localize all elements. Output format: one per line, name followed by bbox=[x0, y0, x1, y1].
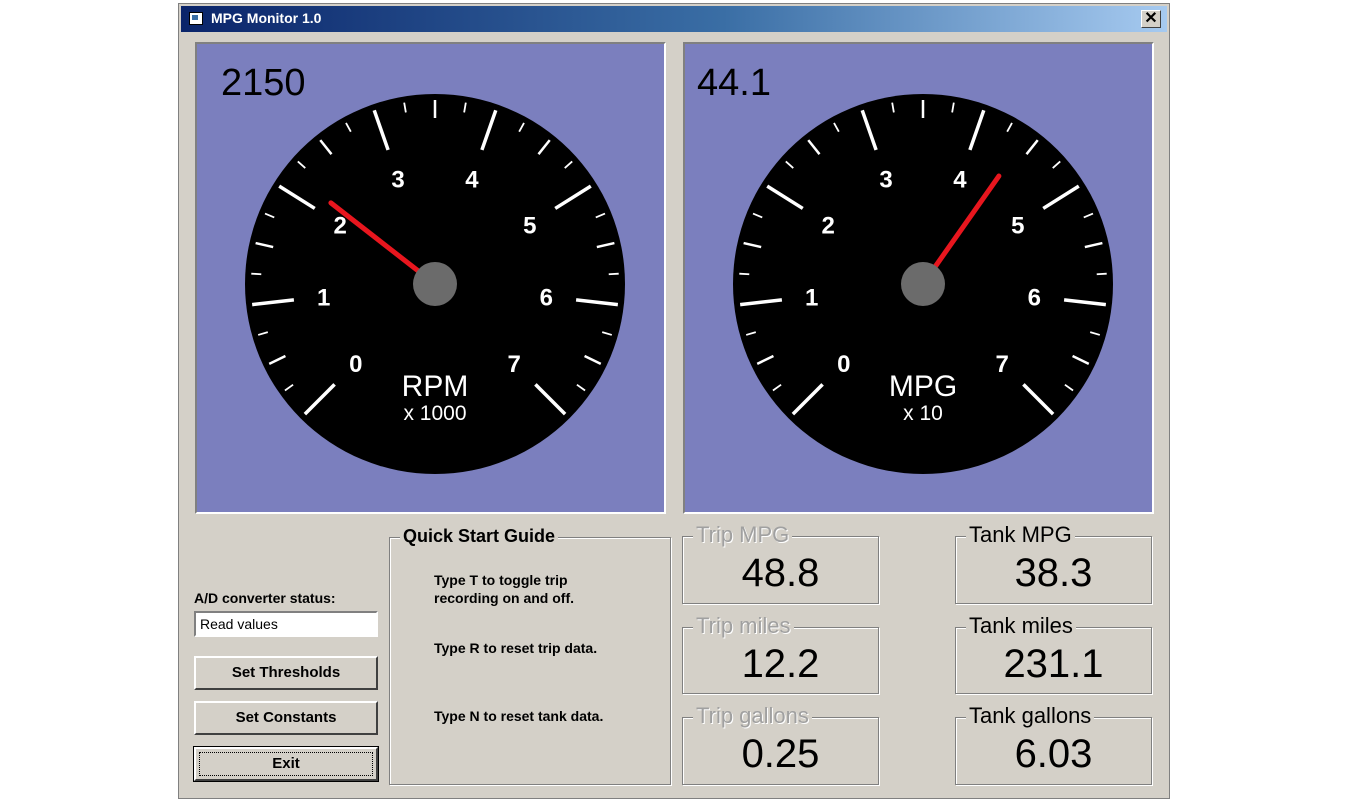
mpg-tick-label: 6 bbox=[1028, 285, 1041, 312]
set-constants-button[interactable]: Set Constants bbox=[194, 701, 378, 735]
trip-mpg-label: Trip MPG bbox=[693, 522, 793, 548]
ad-status-field[interactable]: Read values bbox=[194, 611, 378, 637]
guide-line-reset-trip: Type R to reset trip data. bbox=[434, 640, 598, 656]
mpg-scale-label: x 10 bbox=[903, 402, 943, 425]
tank-gallons-value: 6.03 bbox=[1014, 732, 1093, 776]
tank-miles-box: Tank miles 231.1 bbox=[955, 613, 1152, 694]
mpg-tick-label: 5 bbox=[1011, 212, 1024, 239]
mpg-tick-label: 3 bbox=[879, 166, 892, 193]
tank-mpg-box: Tank MPG 38.3 bbox=[955, 522, 1152, 604]
mpg-gauge: 0 1 2 3 4 5 6 7 MPGx 10 bbox=[733, 94, 1113, 474]
tank-mpg-label: Tank MPG bbox=[966, 522, 1075, 548]
guide-line-reset-tank: Type N to reset tank data. bbox=[434, 708, 604, 724]
app-icon bbox=[189, 12, 203, 25]
mpg-tick-label: 4 bbox=[953, 166, 967, 193]
rpm-gauge: 0123 4567RPMx 1000 bbox=[245, 94, 625, 474]
rpm-tick-label: 0 bbox=[349, 351, 362, 378]
window-title: MPG Monitor 1.0 bbox=[211, 10, 322, 26]
rpm-gauge-panel: 2150 0 1 2 3 4 5 6 7 RPM x 1000 bbox=[195, 42, 666, 514]
rpm-minor-tick bbox=[608, 272, 619, 276]
tank-gallons-box: Tank gallons 6.03 bbox=[955, 703, 1152, 785]
trip-mpg-value: 48.8 bbox=[741, 551, 820, 595]
title-bar[interactable]: MPG Monitor 1.0 ✕ bbox=[181, 6, 1167, 32]
tank-gallons-label: Tank gallons bbox=[966, 703, 1095, 729]
mpg-gauge-panel: 44.1 0 1 2 3 4 5 6 7 MPG x 10 bbox=[683, 42, 1154, 514]
mpg-unit-label: MPG bbox=[889, 370, 957, 403]
rpm-tick-label: 3 bbox=[391, 166, 404, 193]
focus-rect bbox=[199, 752, 373, 776]
mpg-minor-tick bbox=[739, 272, 750, 276]
mpg-tick-label: 2 bbox=[821, 212, 834, 239]
mpg-needle-hub bbox=[901, 262, 945, 306]
trip-gallons-box: Trip gallons 0.25 bbox=[682, 703, 879, 785]
rpm-tick-label: 6 bbox=[540, 285, 553, 312]
mpg-tick-label: 7 bbox=[996, 351, 1009, 378]
trip-miles-value: 12.2 bbox=[741, 642, 820, 686]
mpg-tick-label: 1 bbox=[805, 285, 818, 312]
mpg-minor-tick bbox=[1096, 272, 1107, 276]
set-thresholds-button[interactable]: Set Thresholds bbox=[194, 656, 378, 690]
rpm-unit-label: RPM bbox=[402, 370, 469, 403]
rpm-tick-label: 4 bbox=[465, 166, 479, 193]
tank-miles-value: 231.1 bbox=[1003, 642, 1104, 686]
rpm-scale-label: x 1000 bbox=[403, 402, 466, 425]
mpg-tick-label: 0 bbox=[837, 351, 850, 378]
close-button[interactable]: ✕ bbox=[1141, 10, 1161, 28]
trip-gallons-value: 0.25 bbox=[741, 732, 820, 776]
rpm-tick-label: 7 bbox=[508, 351, 521, 378]
rpm-tick-label: 5 bbox=[523, 212, 536, 239]
rpm-needle-hub bbox=[413, 262, 457, 306]
trip-mpg-box: Trip MPG 48.8 bbox=[682, 522, 879, 604]
rpm-minor-tick bbox=[251, 272, 262, 276]
tank-mpg-value: 38.3 bbox=[1014, 551, 1093, 595]
trip-miles-label: Trip miles bbox=[693, 613, 794, 639]
rpm-tick-label: 1 bbox=[317, 285, 330, 312]
trip-gallons-label: Trip gallons bbox=[693, 703, 812, 729]
ad-status-label: A/D converter status: bbox=[194, 590, 336, 606]
quick-start-guide: Quick Start Guide Type T to toggle trip … bbox=[389, 526, 671, 785]
exit-button[interactable]: Exit bbox=[193, 746, 379, 782]
guide-title: Quick Start Guide bbox=[400, 526, 559, 547]
trip-miles-box: Trip miles 12.2 bbox=[682, 613, 879, 694]
guide-line-trip-toggle: Type T to toggle trip recording on and o… bbox=[434, 572, 574, 606]
tank-miles-label: Tank miles bbox=[966, 613, 1076, 639]
